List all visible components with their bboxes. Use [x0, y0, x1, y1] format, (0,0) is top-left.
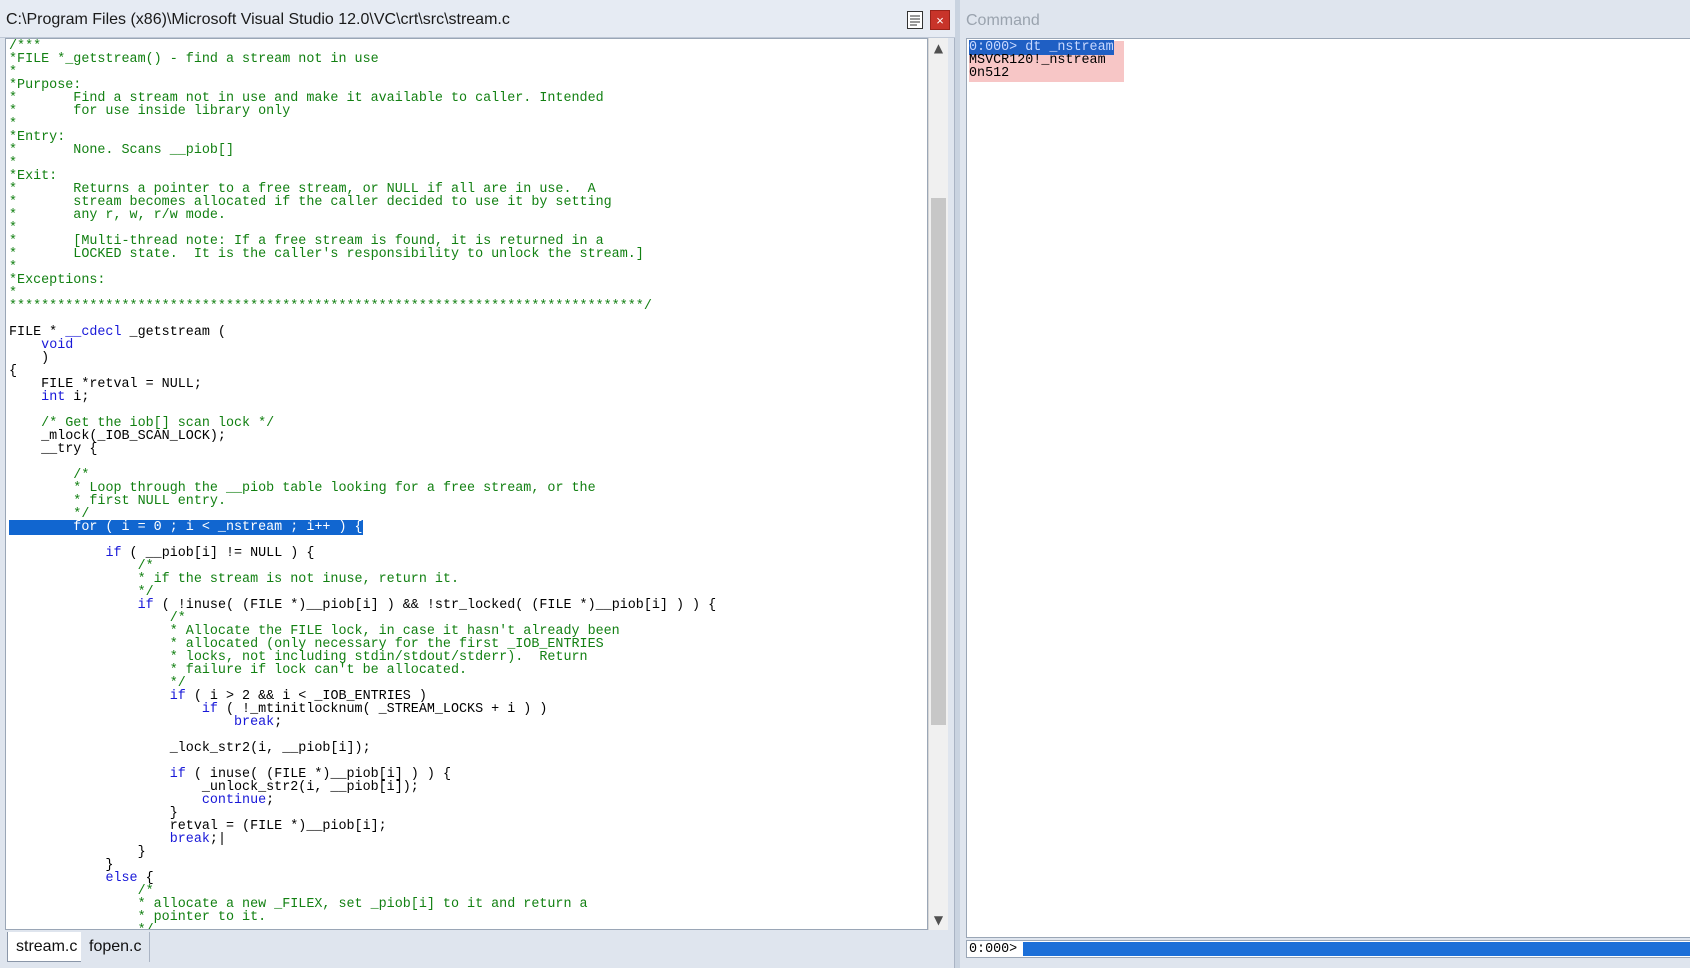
- code-line[interactable]: FILE *retval = NULL;: [9, 378, 716, 391]
- window-title: C:\Program Files (x86)\Microsoft Visual …: [6, 11, 510, 28]
- command-output-text: 0:000> dt _nstream MSVCR120!_nstream 0n5…: [969, 40, 1124, 82]
- code-token: ****************************************…: [9, 299, 652, 314]
- code-token: * if the stream is not inuse, return it.: [137, 572, 460, 587]
- code-token: *FILE *_getstream() - find a stream not …: [9, 52, 379, 67]
- code-token: */: [138, 923, 154, 929]
- code-token: __try {: [9, 442, 98, 457]
- command-input-row: 0:000>: [966, 940, 1690, 958]
- code-line[interactable]: *: [9, 66, 716, 79]
- code-token: int: [41, 390, 66, 405]
- code-token: __cdecl: [65, 325, 122, 340]
- scrollbar-thumb[interactable]: [931, 198, 946, 725]
- code-line[interactable]: *FILE *_getstream() - find a stream not …: [9, 53, 716, 66]
- code-token: * pointer to it.: [137, 910, 267, 925]
- code-token: * any r, w, r/w mode.: [9, 208, 226, 223]
- code-line[interactable]: __try {: [9, 443, 716, 456]
- vertical-scrollbar[interactable]: ▲ ▼: [928, 38, 948, 930]
- code-token: ;: [266, 793, 275, 808]
- code-line[interactable]: _lock_str2(i, __piob[i]);: [9, 742, 716, 755]
- command-output-line: 0n512: [969, 66, 1010, 81]
- code-token: * first NULL entry.: [73, 494, 226, 509]
- code-token: ;|: [209, 832, 226, 847]
- code-token: break: [234, 715, 275, 730]
- scroll-up-arrow-icon[interactable]: ▲: [929, 38, 948, 58]
- command-title: Command: [966, 12, 1040, 29]
- code-token: ( !inuse( (FILE *)__piob[i] ) && !str_lo…: [153, 598, 717, 613]
- code-editor[interactable]: /*** *FILE *_getstream() - find a stream …: [5, 38, 928, 930]
- code-line[interactable]: for ( i = 0 ; i < _nstream ; i++ ) {: [9, 520, 716, 535]
- tab-stream-c[interactable]: stream.c: [7, 932, 87, 962]
- selected-code: for ( i = 0 ; i < _nstream ; i++ ) {: [9, 520, 363, 535]
- file-tab-bar: stream.c fopen.c: [5, 930, 928, 964]
- code-token: * None. Scans __piob[]: [9, 143, 234, 158]
- code-line[interactable]: int i;: [9, 391, 716, 404]
- command-input[interactable]: [1023, 942, 1690, 956]
- code-line[interactable]: void: [9, 339, 716, 352]
- code-line[interactable]: [9, 456, 716, 469]
- code-token: * for use inside library only: [9, 104, 291, 119]
- code-line[interactable]: * any r, w, r/w mode.: [9, 209, 716, 222]
- code-token: continue: [201, 793, 267, 808]
- command-window: Command 0:000> dt _nstream MSVCR120!_nst…: [960, 0, 1690, 968]
- code-token: * LOCKED state. It is the caller's respo…: [9, 247, 644, 262]
- scroll-down-arrow-icon[interactable]: ▼: [929, 910, 948, 930]
- code-line[interactable]: * for use inside library only: [9, 105, 716, 118]
- code-token: _lock_str2(i, __piob[i]);: [9, 741, 371, 756]
- code-line[interactable]: *: [9, 157, 716, 170]
- code-line[interactable]: *Exceptions:: [9, 274, 716, 287]
- code-token: _getstream (: [121, 325, 226, 340]
- code-line[interactable]: ****************************************…: [9, 300, 716, 313]
- code-token: * failure if lock can't be allocated.: [169, 663, 468, 678]
- code-line[interactable]: *: [9, 118, 716, 131]
- command-output[interactable]: 0:000> dt _nstream MSVCR120!_nstream 0n5…: [966, 38, 1690, 938]
- code-line[interactable]: *: [9, 261, 716, 274]
- code-line[interactable]: }: [9, 846, 716, 859]
- source-title-bar[interactable]: C:\Program Files (x86)\Microsoft Visual …: [0, 0, 955, 38]
- code-line[interactable]: * first NULL entry.: [9, 495, 716, 508]
- code-line[interactable]: break;: [9, 716, 716, 729]
- code-text[interactable]: /*** *FILE *_getstream() - find a stream …: [9, 40, 717, 929]
- code-line[interactable]: FILE * __cdecl _getstream (: [9, 326, 716, 339]
- code-line[interactable]: * None. Scans __piob[]: [9, 144, 716, 157]
- source-window: C:\Program Files (x86)\Microsoft Visual …: [0, 0, 955, 968]
- code-token: break: [169, 832, 210, 847]
- code-line[interactable]: * LOCKED state. It is the caller's respo…: [9, 248, 716, 261]
- code-token: i;: [65, 390, 90, 405]
- code-token: *Exceptions:: [9, 273, 106, 288]
- tab-fopen-c[interactable]: fopen.c: [81, 932, 151, 962]
- command-prompt: 0:000>: [969, 942, 1018, 957]
- code-line[interactable]: ): [9, 352, 716, 365]
- document-icon[interactable]: [906, 10, 924, 30]
- code-line[interactable]: _mlock(_IOB_SCAN_LOCK);: [9, 430, 716, 443]
- code-token: ;: [274, 715, 283, 730]
- close-icon[interactable]: ×: [930, 10, 950, 30]
